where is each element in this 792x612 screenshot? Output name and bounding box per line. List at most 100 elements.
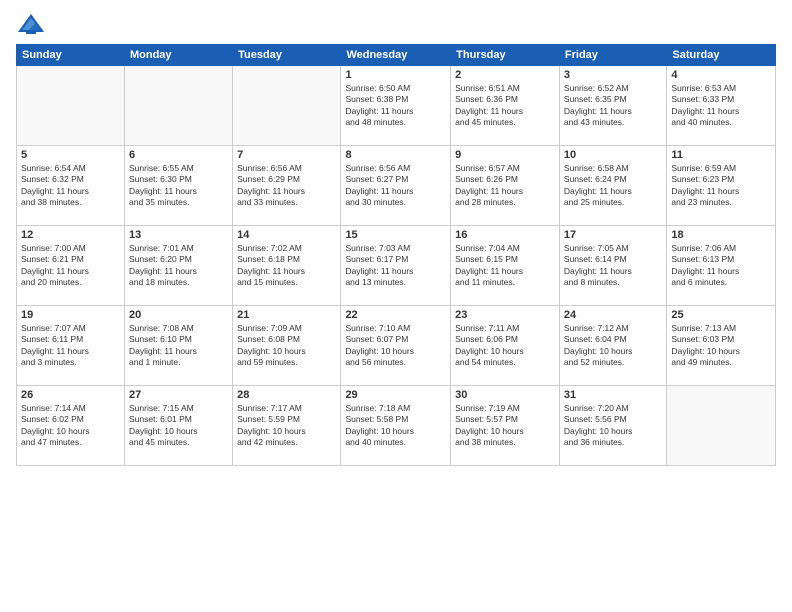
- day-info: Sunrise: 7:13 AM Sunset: 6:03 PM Dayligh…: [671, 323, 771, 369]
- day-info: Sunrise: 7:20 AM Sunset: 5:56 PM Dayligh…: [564, 403, 662, 449]
- day-info: Sunrise: 7:18 AM Sunset: 5:58 PM Dayligh…: [345, 403, 446, 449]
- calendar-cell: 6 Sunrise: 6:55 AM Sunset: 6:30 PM Daylig…: [124, 146, 232, 226]
- day-number: 15: [345, 229, 446, 241]
- day-info: Sunrise: 6:55 AM Sunset: 6:30 PM Dayligh…: [129, 163, 228, 209]
- day-info: Sunrise: 7:12 AM Sunset: 6:04 PM Dayligh…: [564, 323, 662, 369]
- day-info: Sunrise: 7:02 AM Sunset: 6:18 PM Dayligh…: [237, 243, 336, 289]
- day-info: Sunrise: 7:19 AM Sunset: 5:57 PM Dayligh…: [455, 403, 555, 449]
- day-info: Sunrise: 6:50 AM Sunset: 6:38 PM Dayligh…: [345, 83, 446, 129]
- calendar-cell: 2 Sunrise: 6:51 AM Sunset: 6:36 PM Daylig…: [451, 66, 560, 146]
- day-number: 20: [129, 309, 228, 321]
- day-info: Sunrise: 6:59 AM Sunset: 6:23 PM Dayligh…: [671, 163, 771, 209]
- weekday-header-thursday: Thursday: [451, 45, 560, 66]
- day-info: Sunrise: 7:03 AM Sunset: 6:17 PM Dayligh…: [345, 243, 446, 289]
- day-number: 29: [345, 389, 446, 401]
- weekday-header-wednesday: Wednesday: [341, 45, 451, 66]
- calendar-cell: [124, 66, 232, 146]
- day-info: Sunrise: 6:53 AM Sunset: 6:33 PM Dayligh…: [671, 83, 771, 129]
- calendar-table: SundayMondayTuesdayWednesdayThursdayFrid…: [16, 44, 776, 466]
- day-info: Sunrise: 7:10 AM Sunset: 6:07 PM Dayligh…: [345, 323, 446, 369]
- calendar-cell: 17 Sunrise: 7:05 AM Sunset: 6:14 PM Dayli…: [559, 226, 666, 306]
- day-info: Sunrise: 7:06 AM Sunset: 6:13 PM Dayligh…: [671, 243, 771, 289]
- day-info: Sunrise: 7:05 AM Sunset: 6:14 PM Dayligh…: [564, 243, 662, 289]
- day-number: 27: [129, 389, 228, 401]
- logo-icon: [16, 12, 46, 36]
- calendar-cell: 10Sunrise: 6:58 AM Sunset: 6:24 PM Dayli…: [559, 146, 666, 226]
- day-info: Sunrise: 7:09 AM Sunset: 6:08 PM Dayligh…: [237, 323, 336, 369]
- day-number: 11: [671, 149, 771, 161]
- calendar-cell: 16Sunrise: 7:04 AM Sunset: 6:15 PM Dayli…: [451, 226, 560, 306]
- day-number: 19: [21, 309, 120, 321]
- day-number: 17: [564, 229, 662, 241]
- day-number: 6: [129, 149, 228, 161]
- calendar-cell: 11 Sunrise: 6:59 AM Sunset: 6:23 PM Dayli…: [667, 146, 776, 226]
- calendar-cell: [233, 66, 341, 146]
- calendar-week-1: 1Sunrise: 6:50 AM Sunset: 6:38 PM Daylig…: [17, 66, 776, 146]
- day-info: Sunrise: 7:08 AM Sunset: 6:10 PM Dayligh…: [129, 323, 228, 369]
- day-info: Sunrise: 7:15 AM Sunset: 6:01 PM Dayligh…: [129, 403, 228, 449]
- day-info: Sunrise: 6:58 AM Sunset: 6:24 PM Dayligh…: [564, 163, 662, 209]
- day-number: 24: [564, 309, 662, 321]
- calendar-cell: [667, 386, 776, 466]
- day-info: Sunrise: 7:07 AM Sunset: 6:11 PM Dayligh…: [21, 323, 120, 369]
- calendar-cell: 23 Sunrise: 7:11 AM Sunset: 6:06 PM Dayli…: [451, 306, 560, 386]
- day-number: 28: [237, 389, 336, 401]
- calendar-cell: 5Sunrise: 6:54 AM Sunset: 6:32 PM Daylig…: [17, 146, 125, 226]
- day-number: 3: [564, 69, 662, 81]
- calendar-cell: 18 Sunrise: 7:06 AM Sunset: 6:13 PM Dayli…: [667, 226, 776, 306]
- day-number: 25: [671, 309, 771, 321]
- day-number: 26: [21, 389, 120, 401]
- day-info: Sunrise: 7:14 AM Sunset: 6:02 PM Dayligh…: [21, 403, 120, 449]
- calendar-cell: 1Sunrise: 6:50 AM Sunset: 6:38 PM Daylig…: [341, 66, 451, 146]
- calendar-week-3: 12 Sunrise: 7:00 AM Sunset: 6:21 PM Dayli…: [17, 226, 776, 306]
- calendar-week-5: 26 Sunrise: 7:14 AM Sunset: 6:02 PM Dayli…: [17, 386, 776, 466]
- day-info: Sunrise: 7:17 AM Sunset: 5:59 PM Dayligh…: [237, 403, 336, 449]
- weekday-header-row: SundayMondayTuesdayWednesdayThursdayFrid…: [17, 45, 776, 66]
- calendar-cell: 29 Sunrise: 7:18 AM Sunset: 5:58 PM Dayli…: [341, 386, 451, 466]
- calendar-cell: 30Sunrise: 7:19 AM Sunset: 5:57 PM Dayli…: [451, 386, 560, 466]
- day-info: Sunrise: 7:00 AM Sunset: 6:21 PM Dayligh…: [21, 243, 120, 289]
- day-number: 21: [237, 309, 336, 321]
- calendar-cell: [17, 66, 125, 146]
- calendar-cell: 8 Sunrise: 6:56 AM Sunset: 6:27 PM Daylig…: [341, 146, 451, 226]
- day-info: Sunrise: 7:11 AM Sunset: 6:06 PM Dayligh…: [455, 323, 555, 369]
- header: [16, 12, 776, 36]
- day-number: 8: [345, 149, 446, 161]
- calendar-cell: 21 Sunrise: 7:09 AM Sunset: 6:08 PM Dayli…: [233, 306, 341, 386]
- day-number: 5: [21, 149, 120, 161]
- day-number: 16: [455, 229, 555, 241]
- calendar-cell: 20 Sunrise: 7:08 AM Sunset: 6:10 PM Dayli…: [124, 306, 232, 386]
- calendar-cell: 15 Sunrise: 7:03 AM Sunset: 6:17 PM Dayli…: [341, 226, 451, 306]
- logo: [16, 12, 50, 36]
- day-info: Sunrise: 6:57 AM Sunset: 6:26 PM Dayligh…: [455, 163, 555, 209]
- weekday-header-sunday: Sunday: [17, 45, 125, 66]
- calendar-cell: 12 Sunrise: 7:00 AM Sunset: 6:21 PM Dayli…: [17, 226, 125, 306]
- day-number: 4: [671, 69, 771, 81]
- day-number: 22: [345, 309, 446, 321]
- calendar-page: SundayMondayTuesdayWednesdayThursdayFrid…: [0, 0, 792, 612]
- calendar-cell: 13Sunrise: 7:01 AM Sunset: 6:20 PM Dayli…: [124, 226, 232, 306]
- calendar-cell: 9 Sunrise: 6:57 AM Sunset: 6:26 PM Daylig…: [451, 146, 560, 226]
- calendar-cell: 19 Sunrise: 7:07 AM Sunset: 6:11 PM Dayli…: [17, 306, 125, 386]
- calendar-cell: 4 Sunrise: 6:53 AM Sunset: 6:33 PM Daylig…: [667, 66, 776, 146]
- weekday-header-friday: Friday: [559, 45, 666, 66]
- day-number: 18: [671, 229, 771, 241]
- calendar-cell: 27 Sunrise: 7:15 AM Sunset: 6:01 PM Dayli…: [124, 386, 232, 466]
- calendar-cell: 26 Sunrise: 7:14 AM Sunset: 6:02 PM Dayli…: [17, 386, 125, 466]
- day-info: Sunrise: 6:51 AM Sunset: 6:36 PM Dayligh…: [455, 83, 555, 129]
- calendar-week-2: 5Sunrise: 6:54 AM Sunset: 6:32 PM Daylig…: [17, 146, 776, 226]
- calendar-cell: 22 Sunrise: 7:10 AM Sunset: 6:07 PM Dayli…: [341, 306, 451, 386]
- weekday-header-saturday: Saturday: [667, 45, 776, 66]
- day-number: 14: [237, 229, 336, 241]
- day-number: 9: [455, 149, 555, 161]
- day-info: Sunrise: 6:56 AM Sunset: 6:27 PM Dayligh…: [345, 163, 446, 209]
- day-info: Sunrise: 6:52 AM Sunset: 6:35 PM Dayligh…: [564, 83, 662, 129]
- calendar-cell: 31 Sunrise: 7:20 AM Sunset: 5:56 PM Dayli…: [559, 386, 666, 466]
- day-number: 23: [455, 309, 555, 321]
- day-number: 12: [21, 229, 120, 241]
- day-number: 7: [237, 149, 336, 161]
- calendar-cell: 3 Sunrise: 6:52 AM Sunset: 6:35 PM Daylig…: [559, 66, 666, 146]
- day-number: 13: [129, 229, 228, 241]
- day-number: 31: [564, 389, 662, 401]
- day-number: 2: [455, 69, 555, 81]
